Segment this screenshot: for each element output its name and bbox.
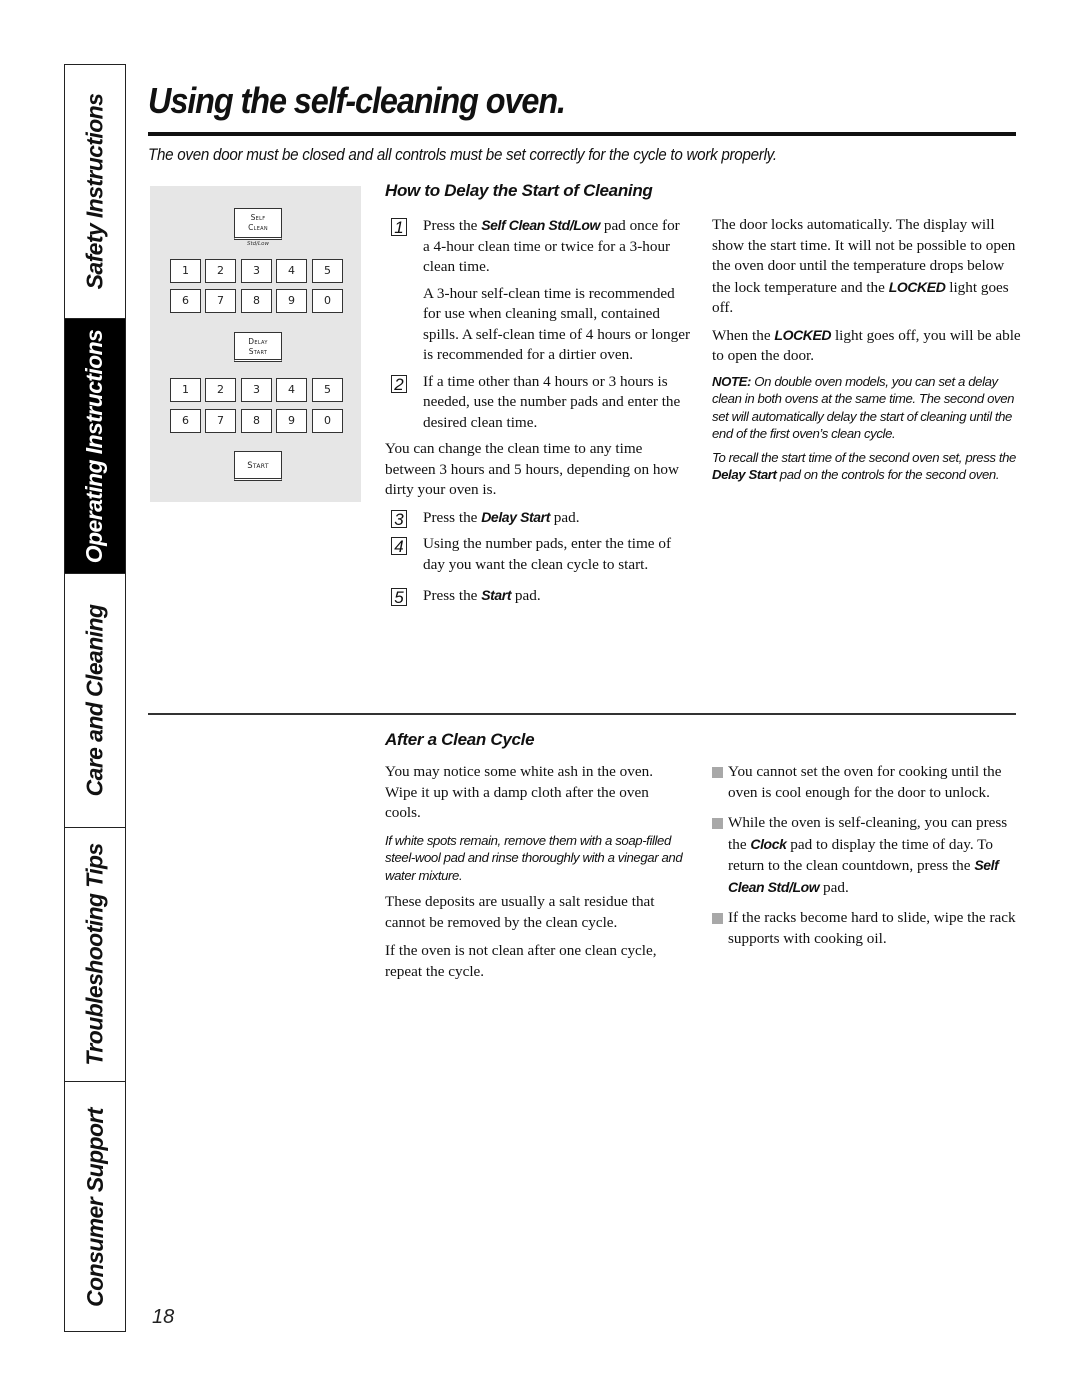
door-lock-paragraph: The door locks automatically. The displa… bbox=[712, 216, 1016, 316]
delay-start-label-1: Delay bbox=[248, 337, 268, 346]
number-pad-4: 4 bbox=[276, 378, 307, 402]
number-pad-3: 3 bbox=[241, 259, 272, 283]
step-number: 1 bbox=[391, 218, 407, 237]
bullet-item: While the oven is self-cleaning, you can… bbox=[712, 813, 1017, 898]
salt-residue-paragraph: These deposits are usually a salt residu… bbox=[385, 893, 655, 931]
double-oven-note: NOTE: On double oven models, you can set… bbox=[712, 373, 1015, 442]
number-pad-8: 8 bbox=[241, 289, 272, 313]
delay-start-label-2: Start bbox=[248, 347, 268, 356]
number-pad-7: 7 bbox=[205, 409, 236, 433]
white-spots-note: If white spots remain, remove them with … bbox=[385, 832, 683, 883]
start-pad: Start bbox=[234, 451, 282, 481]
number-pad-0: 0 bbox=[312, 289, 343, 313]
number-pad-4: 4 bbox=[276, 259, 307, 283]
step-5: 5 Press the Start pad. bbox=[385, 585, 690, 607]
tab-consumer-support[interactable]: Consumer Support bbox=[65, 1082, 125, 1332]
number-pad-5: 5 bbox=[312, 259, 343, 283]
bullet-item: If the racks become hard to slide, wipe … bbox=[712, 908, 1017, 949]
number-pad-9: 9 bbox=[276, 289, 307, 313]
step-number: 2 bbox=[391, 374, 407, 393]
delay-info-column: The door locks automatically. The displa… bbox=[712, 215, 1022, 490]
change-time-paragraph: You can change the clean time to any tim… bbox=[385, 440, 679, 498]
white-ash-paragraph: You may notice some white ash in the ove… bbox=[385, 763, 653, 821]
std-low-caption: Std/Low bbox=[247, 241, 269, 247]
step-number: 5 bbox=[391, 588, 407, 607]
after-left-column: You may notice some white ash in the ove… bbox=[385, 762, 685, 988]
step-number: 3 bbox=[391, 509, 407, 528]
delay-steps-column: 1 Press the Self Clean Std/Low pad once … bbox=[385, 215, 690, 613]
bullet-item: You cannot set the oven for cooking unti… bbox=[712, 762, 1017, 803]
number-pad-1: 1 bbox=[170, 378, 201, 402]
control-panel-illustration: Self Clean Std/Low 12345 67890 Delay Sta… bbox=[150, 186, 361, 502]
number-pad-9: 9 bbox=[276, 409, 307, 433]
page-title: Using the self-cleaning oven. bbox=[148, 80, 566, 121]
step-3: 3 Press the Delay Start pad. bbox=[385, 507, 690, 528]
repeat-cycle-paragraph: If the oven is not clean after one clean… bbox=[385, 942, 657, 980]
recall-note: To recall the start time of the second o… bbox=[712, 449, 1016, 483]
section-divider bbox=[148, 713, 1016, 715]
delay-section-heading: How to Delay the Start of Cleaning bbox=[385, 181, 653, 200]
step-1: 1 Press the Self Clean Std/Low pad once … bbox=[385, 215, 690, 278]
number-pad-0: 0 bbox=[312, 409, 343, 433]
self-clean-label-2: Clean bbox=[248, 223, 268, 232]
number-pad-7: 7 bbox=[205, 289, 236, 313]
locked-light-paragraph: When the LOCKED light goes off, you will… bbox=[712, 326, 1021, 365]
square-bullet-icon bbox=[712, 818, 723, 829]
square-bullet-icon bbox=[712, 913, 723, 924]
title-divider bbox=[148, 132, 1016, 136]
number-pad-6: 6 bbox=[170, 409, 201, 433]
number-pad-1: 1 bbox=[170, 259, 201, 283]
after-section-heading: After a Clean Cycle bbox=[385, 730, 535, 749]
tab-care-and-cleaning[interactable]: Care and Cleaning bbox=[65, 574, 125, 828]
number-pad-2: 2 bbox=[205, 378, 236, 402]
step-2: 2 If a time other than 4 hours or 3 hour… bbox=[385, 372, 690, 434]
self-clean-label-1: Self bbox=[250, 213, 266, 222]
delay-start-pad: Delay Start bbox=[234, 332, 282, 362]
section-tabs: Safety Instructions Operating Instructio… bbox=[64, 64, 126, 1332]
step-number: 4 bbox=[391, 537, 407, 556]
tab-troubleshooting-tips[interactable]: Troubleshooting Tips bbox=[65, 828, 125, 1082]
tab-operating-instructions[interactable]: Operating Instructions bbox=[65, 319, 125, 574]
page-number: 18 bbox=[152, 1306, 175, 1328]
page-subtitle: The oven door must be closed and all con… bbox=[148, 146, 777, 164]
number-pad-5: 5 bbox=[312, 378, 343, 402]
number-pad-2: 2 bbox=[205, 259, 236, 283]
self-clean-pad: Self Clean bbox=[234, 208, 282, 240]
after-right-column: You cannot set the oven for cooking unti… bbox=[712, 762, 1017, 959]
number-pad-3: 3 bbox=[241, 378, 272, 402]
square-bullet-icon bbox=[712, 767, 723, 778]
step-4: 4 Using the number pads, enter the time … bbox=[385, 534, 690, 575]
number-pad-8: 8 bbox=[241, 409, 272, 433]
tab-safety-instructions[interactable]: Safety Instructions bbox=[65, 65, 125, 319]
number-pad-6: 6 bbox=[170, 289, 201, 313]
step-1-detail: A 3-hour self-clean time is recommended … bbox=[423, 284, 690, 364]
